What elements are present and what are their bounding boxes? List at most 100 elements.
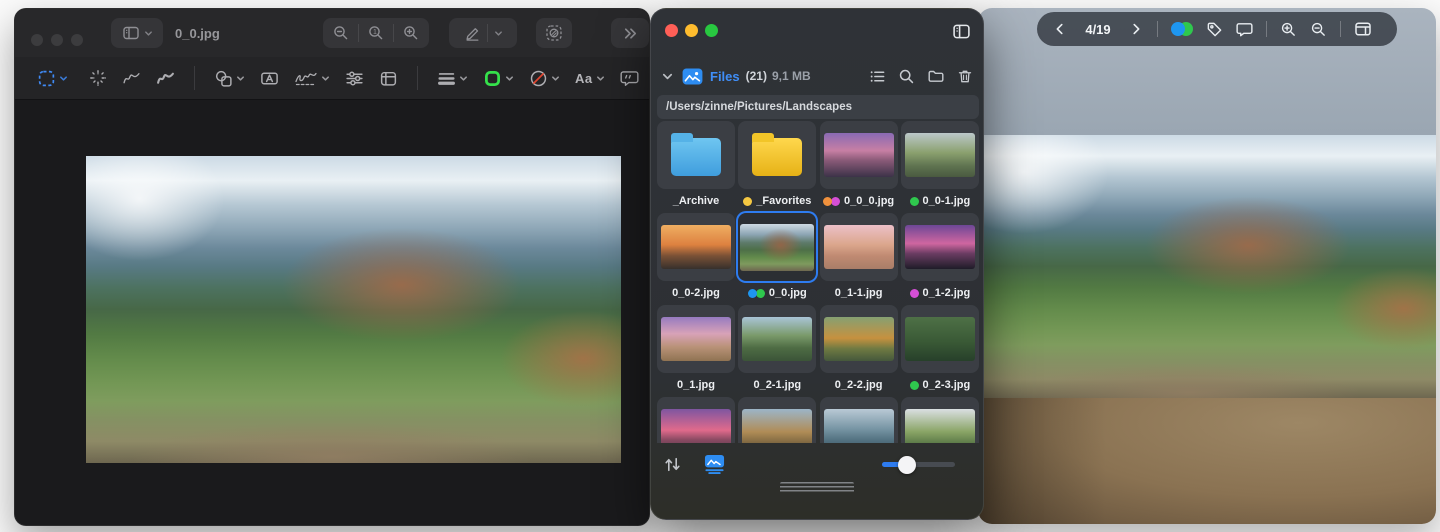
selection-tool-button[interactable] [37,69,68,88]
text-box-button[interactable] [260,69,279,88]
quote-bubble-icon [620,70,639,86]
zoom-out-button[interactable] [324,24,358,42]
actual-size-button[interactable]: 1 [359,24,393,42]
zoom-window-button[interactable] [705,24,718,37]
thumbnail-cell [657,213,735,281]
file-name: 0_2-1.jpg [753,379,802,391]
comment-button[interactable] [1236,21,1253,38]
file-item-0_0-2.jpg[interactable]: 0_0-2.jpg [657,213,735,305]
thumbnail-cell [738,213,817,281]
crop-button[interactable] [379,69,398,88]
previous-button[interactable] [1052,21,1068,37]
fill-color-button[interactable] [529,69,560,88]
tag-button[interactable] [1206,21,1223,38]
file-item-0_1-1.jpg[interactable]: 0_1-1.jpg [819,213,898,305]
thumbnail-size-slider[interactable] [882,455,955,474]
sketch-icon [123,72,140,83]
file-item[interactable] [657,397,735,443]
zoom-in-button[interactable] [394,24,428,42]
instant-alpha-icon [90,70,106,86]
thumbnail-cell [900,305,979,373]
search-button[interactable] [898,68,915,85]
file-item[interactable] [819,397,898,443]
list-view-button[interactable] [869,68,886,85]
chevron-down-icon [662,73,673,79]
close-button[interactable] [665,24,678,37]
thumbnail-cell [738,305,817,373]
panel-sidebar-toggle-button[interactable] [952,22,971,41]
minimize-button[interactable] [51,34,63,46]
file-label: 0_2-1.jpg [753,373,801,397]
new-folder-button[interactable] [927,68,945,85]
file-item-0_2-1.jpg[interactable]: 0_2-1.jpg [738,305,817,397]
svg-text:1: 1 [373,29,377,36]
file-item-0_2-3.jpg[interactable]: 0_2-3.jpg [900,305,979,397]
file-item[interactable] [738,397,817,443]
image-thumbnail [661,409,731,443]
chevron-right-icon [1133,23,1140,35]
sort-button[interactable] [663,455,682,474]
instant-alpha-button[interactable] [89,69,107,87]
disclosure-button[interactable] [661,70,674,83]
tag-dots-button[interactable] [1171,22,1193,36]
file-label: 0_1-1.jpg [835,281,883,305]
folder-item-_Favorites[interactable]: _Favorites [738,121,817,213]
file-item-0_0-1.jpg[interactable]: 0_0-1.jpg [900,121,979,213]
zoom-controls: 1 [323,18,429,48]
thumbnail-cell [738,121,817,189]
sidebar-icon [953,24,970,39]
more-toolbar-button[interactable] [611,18,649,48]
file-item-0_2-2.jpg[interactable]: 0_2-2.jpg [819,305,898,397]
chevron-down-icon [322,75,329,81]
description-button[interactable] [620,69,639,88]
shapes-button[interactable] [214,69,245,88]
file-item-0_1-2.jpg[interactable]: 0_1-2.jpg [900,213,979,305]
thumbnail-cell [819,397,898,443]
close-button[interactable] [31,34,43,46]
gallery-view-button[interactable] [704,454,725,475]
trash-button[interactable] [957,68,973,85]
folder-item-_Archive[interactable]: _Archive [657,121,735,213]
markup-pencil-icon [465,27,478,41]
file-item-0_0.jpg[interactable]: 0_0.jpg [738,213,817,305]
preview-photo[interactable] [86,156,621,463]
double-chevron-right-icon [624,27,636,39]
blue-folder-icon [671,133,721,176]
file-name: 0_2-3.jpg [922,379,971,391]
zoom-window-button[interactable] [71,34,83,46]
file-item-0_1.jpg[interactable]: 0_1.jpg [657,305,735,397]
file-label: _Favorites [743,189,811,213]
green-tag-dot [909,196,919,206]
page-position: 4/19 [1085,21,1111,37]
path-bar[interactable]: /Users/zinne/Pictures/Landscapes [657,95,979,119]
zoom-in-button[interactable] [1280,21,1297,38]
viewer-window: 4/19 [978,8,1436,524]
draw-tool-button[interactable] [156,69,175,88]
adjust-sliders-button[interactable] [345,69,364,88]
crop-icon [380,71,397,86]
panel-toggle-button[interactable] [1354,20,1372,38]
border-color-button[interactable] [483,69,514,88]
thumbnail-cell [657,121,735,189]
panel-toggle-icon [1355,22,1371,36]
thumbnail-cell [900,121,979,189]
markup-button[interactable] [449,18,517,48]
slider-knob[interactable] [897,455,916,474]
resize-grip[interactable] [780,482,854,493]
text-style-button[interactable]: Aa [575,71,605,86]
line-weight-button[interactable] [437,69,468,88]
sidebar-toggle-button[interactable] [111,18,163,48]
file-item[interactable] [900,397,979,443]
file-label: 0_0_0.jpg [823,189,894,213]
signature-button[interactable] [294,69,330,88]
thumbnail-cell [819,213,898,281]
next-button[interactable] [1128,21,1144,37]
toolbar-divider [1340,21,1341,37]
file-name: 0_0-2.jpg [672,287,720,299]
file-name: _Archive [672,195,720,207]
zoom-out-button[interactable] [1310,21,1327,38]
sketch-tool-button[interactable] [122,69,141,88]
file-item-0_0_0.jpg[interactable]: 0_0_0.jpg [819,121,898,213]
adjust-filter-button[interactable] [536,18,572,48]
minimize-button[interactable] [685,24,698,37]
